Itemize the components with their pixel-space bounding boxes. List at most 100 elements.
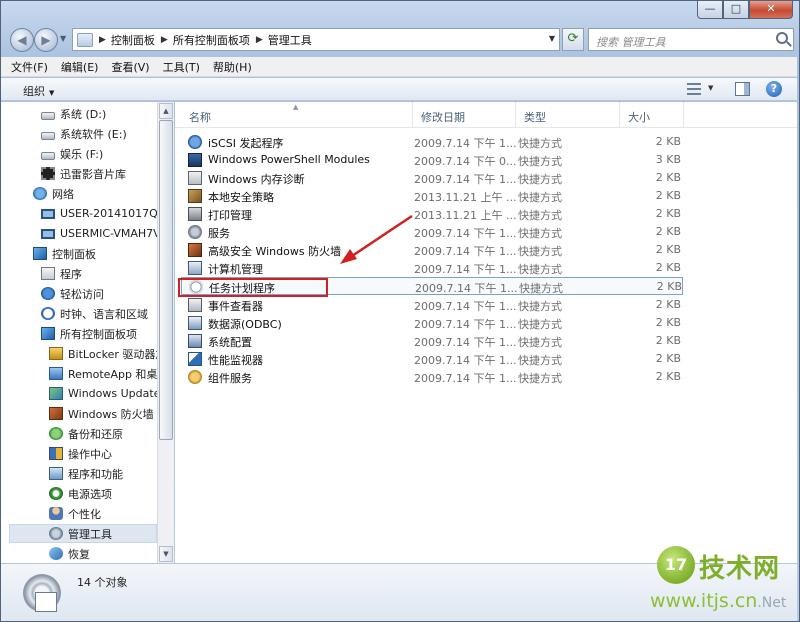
tree-item-remoteapp[interactable]: RemoteApp 和桌面: [49, 364, 157, 383]
tree-item-label: 所有控制面板项: [60, 327, 137, 341]
scrollbar-thumb[interactable]: [159, 120, 173, 440]
help-icon[interactable]: ?: [766, 81, 782, 97]
breadcrumb-separator-icon[interactable]: ▶: [256, 35, 263, 45]
clock-icon: [41, 307, 55, 320]
programs-icon: [41, 267, 55, 280]
back-arrow-icon[interactable]: ◀: [10, 28, 34, 52]
tree-item-clock-region[interactable]: 时钟、语言和区域: [41, 304, 148, 323]
file-date: 2009.7.14 下午 1...: [414, 372, 517, 385]
tree-item-recovery[interactable]: 恢复: [49, 544, 90, 563]
file-date: 2009.7.14 下午 1...: [414, 227, 517, 240]
tree-item-windows-update[interactable]: Windows Update: [49, 384, 157, 403]
file-size: 2 KB: [655, 352, 681, 365]
chevron-down-icon: ▼: [49, 89, 55, 97]
address-dropdown-icon[interactable]: ▼: [549, 34, 555, 43]
tree-item-label: RemoteApp 和桌面: [68, 367, 157, 381]
tree-item-network[interactable]: 网络: [33, 184, 74, 203]
file-type: 快捷方式: [518, 300, 562, 313]
search-input[interactable]: 搜索 管理工具: [588, 28, 794, 51]
file-date: 2009.7.14 下午 1...: [414, 263, 517, 276]
change-view-icon[interactable]: [687, 83, 701, 95]
scroll-up-icon[interactable]: ▲: [159, 103, 173, 119]
maximize-button[interactable]: □: [723, 1, 749, 19]
menu-tools[interactable]: 工具(T): [163, 59, 200, 75]
file-row[interactable]: Windows 内存诊断 2009.7.14 下午 1... 快捷方式 2 KB: [181, 169, 683, 187]
tree-item-drive-f[interactable]: 娱乐 (F:): [41, 144, 103, 163]
file-row[interactable]: 打印管理 2013.11.21 上午 ... 快捷方式 2 KB: [181, 205, 683, 223]
file-row[interactable]: 高级安全 Windows 防火墙 2009.7.14 下午 1... 快捷方式 2 K…: [181, 241, 683, 259]
tree-item-power-options[interactable]: 电源选项: [49, 484, 112, 503]
file-row[interactable]: Windows PowerShell Modules 2009.7.14 下午 0…: [181, 151, 683, 169]
tree-item-drive-e[interactable]: 系统软件 (E:): [41, 124, 127, 143]
file-type: 快捷方式: [518, 318, 562, 331]
printer-icon: [188, 207, 202, 221]
column-header-size[interactable]: 大小: [620, 102, 684, 127]
view-dropdown-icon[interactable]: ▼: [708, 84, 713, 92]
scroll-down-icon[interactable]: ▼: [159, 546, 173, 562]
tree-item-computer-2[interactable]: USERMIC-VMAH7V: [41, 224, 157, 243]
file-row[interactable]: iSCSI 发起程序 2009.7.14 下午 1... 快捷方式 2 KB: [181, 133, 683, 151]
search-icon[interactable]: [776, 32, 788, 44]
file-name: iSCSI 发起程序: [208, 137, 284, 150]
tree-item-media-library[interactable]: 迅雷影音片库: [41, 164, 126, 183]
breadcrumb-separator-icon[interactable]: ▶: [161, 35, 168, 45]
close-button[interactable]: ✕: [749, 1, 793, 19]
file-row[interactable]: 本地安全策略 2013.11.21 上午 ... 快捷方式 2 KB: [181, 187, 683, 205]
file-row[interactable]: 性能监视器 2009.7.14 下午 1... 快捷方式 2 KB: [181, 350, 683, 368]
refresh-button[interactable]: ⟳: [562, 28, 584, 51]
recent-pages-dropdown-icon[interactable]: ▼: [60, 34, 66, 43]
file-row[interactable]: 系统配置 2009.7.14 下午 1... 快捷方式 2 KB: [181, 332, 683, 350]
organize-button[interactable]: 组织 ▼: [23, 83, 54, 99]
file-row[interactable]: 组件服务 2009.7.14 下午 1... 快捷方式 2 KB: [181, 368, 683, 386]
file-size: 2 KB: [655, 334, 681, 347]
forward-arrow-icon[interactable]: ▶: [34, 28, 58, 52]
navigation-scrollbar[interactable]: ▲ ▼: [157, 102, 174, 563]
breadcrumb-separator-icon[interactable]: ▶: [99, 35, 106, 45]
security-policy-icon: [188, 189, 202, 203]
file-row[interactable]: 计算机管理 2009.7.14 下午 1... 快捷方式 2 KB: [181, 259, 683, 277]
breadcrumb-admin-tools[interactable]: 管理工具: [268, 32, 312, 48]
address-bar[interactable]: ▶ 控制面板 ▶ 所有控制面板项 ▶ 管理工具 ▼: [72, 28, 560, 51]
column-header-type[interactable]: 类型: [516, 102, 620, 127]
tree-item-computer-1[interactable]: USER-20141017QI: [41, 204, 157, 223]
minimize-button[interactable]: —: [697, 1, 723, 19]
firewall-icon: [49, 407, 63, 420]
watermark-url: www.itjs.cn.Net: [650, 590, 786, 612]
file-name: 系统配置: [208, 336, 252, 349]
file-row[interactable]: 服务 2009.7.14 下午 1... 快捷方式 2 KB: [181, 223, 683, 241]
tree-item-label: Windows Update: [68, 387, 157, 400]
menu-help[interactable]: 帮助(H): [213, 59, 252, 75]
file-row[interactable]: 事件查看器 2009.7.14 下午 1... 快捷方式 2 KB: [181, 296, 683, 314]
file-row[interactable]: 数据源(ODBC) 2009.7.14 下午 1... 快捷方式 2 KB: [181, 314, 683, 332]
tree-item-admin-tools[interactable]: 管理工具: [9, 524, 157, 543]
tree-item-ease-of-access[interactable]: 轻松访问: [41, 284, 104, 303]
file-type: 快捷方式: [518, 245, 562, 258]
breadcrumb-all-items[interactable]: 所有控制面板项: [173, 32, 250, 48]
drive-icon: [41, 151, 55, 160]
tree-item-backup[interactable]: 备份和还原: [49, 424, 123, 443]
tree-item-bitlocker[interactable]: BitLocker 驱动器加: [49, 344, 157, 363]
flag-icon: [49, 447, 63, 460]
tree-item-label: 系统 (D:): [60, 107, 107, 121]
menu-edit[interactable]: 编辑(E): [61, 59, 99, 75]
tree-item-personalization[interactable]: 个性化: [49, 504, 101, 523]
tree-item-drive-d[interactable]: 系统 (D:): [41, 104, 106, 123]
tree-item-programs[interactable]: 程序: [41, 264, 82, 283]
tree-item-programs-features[interactable]: 程序和功能: [49, 464, 123, 483]
column-header-date[interactable]: 修改日期: [413, 102, 516, 127]
tree-item-label: 恢复: [68, 547, 90, 561]
event-viewer-icon: [188, 298, 202, 312]
tree-item-action-center[interactable]: 操作中心: [49, 444, 112, 463]
menu-view[interactable]: 查看(V): [111, 59, 149, 75]
file-name: 计算机管理: [208, 263, 263, 276]
file-type: 快捷方式: [518, 336, 562, 349]
ease-of-access-icon: [41, 287, 55, 300]
address-bar-row: ◀ ▶ ▼ ▶ 控制面板 ▶ 所有控制面板项 ▶ 管理工具 ▼ ⟳ 搜索 管理工…: [6, 26, 794, 54]
tree-item-firewall[interactable]: Windows 防火墙: [49, 404, 154, 423]
file-date: 2009.7.14 下午 1...: [414, 173, 517, 186]
menu-file[interactable]: 文件(F): [11, 59, 48, 75]
tree-item-all-items[interactable]: 所有控制面板项: [41, 324, 137, 343]
preview-pane-icon[interactable]: [735, 82, 750, 96]
tree-item-control-panel[interactable]: 控制面板: [33, 244, 96, 263]
breadcrumb-control-panel[interactable]: 控制面板: [111, 32, 155, 48]
